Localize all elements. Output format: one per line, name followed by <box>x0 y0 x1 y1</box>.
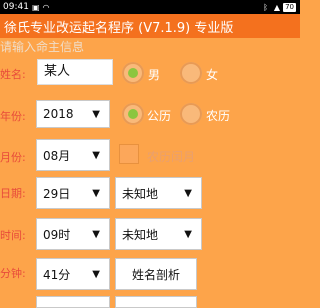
hour-value: 09时 <box>43 227 71 242</box>
bluetooth-icon: ᛒ <box>263 2 268 12</box>
next-select-partial[interactable] <box>36 296 110 308</box>
status-time: 09:41 <box>3 2 29 12</box>
dropdown-arrow-icon: ▼ <box>184 187 192 199</box>
battery-icon: 70 <box>283 2 296 12</box>
month-select[interactable]: 08月 ▼ <box>36 139 110 171</box>
dropdown-arrow-icon: ▼ <box>92 228 100 240</box>
name-label: 姓名: <box>0 68 26 81</box>
leap-month-label: 农历闰月 <box>147 150 196 164</box>
minute-label: 分钟: <box>0 267 26 280</box>
app-title-bar: 徐氏专业改运起名程序 (V7.1.9) 专业版 <box>0 14 300 38</box>
hour-place-select[interactable]: 未知地 ▼ <box>115 218 202 250</box>
name-input[interactable]: 某人 <box>37 59 113 85</box>
birthplace-select[interactable]: 未知地 ▼ <box>115 177 202 209</box>
month-value: 08月 <box>43 148 71 163</box>
dropdown-arrow-icon: ▼ <box>184 228 192 240</box>
hour-label: 时间: <box>0 229 26 242</box>
calendar-lunar-radio[interactable] <box>180 103 202 125</box>
calendar-lunar-label: 农历 <box>206 109 231 123</box>
year-select[interactable]: 2018 ▼ <box>36 100 110 128</box>
calendar-solar-label: 公历 <box>147 109 172 123</box>
photo-icon: ▣ <box>31 2 40 12</box>
month-label: 月份: <box>0 151 26 164</box>
minute-value: 41分 <box>43 267 71 282</box>
signal-icon: ▲ <box>273 2 281 12</box>
calendar-solar-radio[interactable] <box>122 103 144 125</box>
birthplace-value: 未知地 <box>122 186 159 201</box>
gender-male-radio[interactable] <box>122 62 144 84</box>
day-select[interactable]: 29日 ▼ <box>36 177 110 209</box>
name-analysis-button[interactable]: 姓名剖析 <box>115 258 197 290</box>
hour-place-value: 未知地 <box>122 227 159 242</box>
dropdown-arrow-icon: ▼ <box>92 187 100 199</box>
dropdown-arrow-icon: ▼ <box>92 149 100 161</box>
gender-female-radio[interactable] <box>180 62 202 84</box>
gender-female-label: 女 <box>206 68 219 82</box>
day-label: 日期: <box>0 187 26 200</box>
input-hint: 请输入命主信息 <box>0 40 85 54</box>
gender-male-label: 男 <box>148 68 161 82</box>
year-label: 年份: <box>0 110 26 123</box>
day-value: 29日 <box>43 186 71 201</box>
minute-select[interactable]: 41分 ▼ <box>36 258 110 290</box>
hour-select[interactable]: 09时 ▼ <box>36 218 110 250</box>
dropdown-arrow-icon: ▼ <box>92 108 100 120</box>
next-button-partial[interactable] <box>115 296 197 308</box>
app-title: 徐氏专业改运起名程序 (V7.1.9) 专业版 <box>4 20 234 36</box>
wifi-icon: ◠ <box>42 2 50 12</box>
year-value: 2018 <box>43 107 74 121</box>
status-bar: 09:41 ▣ ◠ ᛒ ▲ 70 <box>0 0 300 14</box>
dropdown-arrow-icon: ▼ <box>92 268 100 280</box>
leap-month-checkbox[interactable] <box>119 144 139 164</box>
